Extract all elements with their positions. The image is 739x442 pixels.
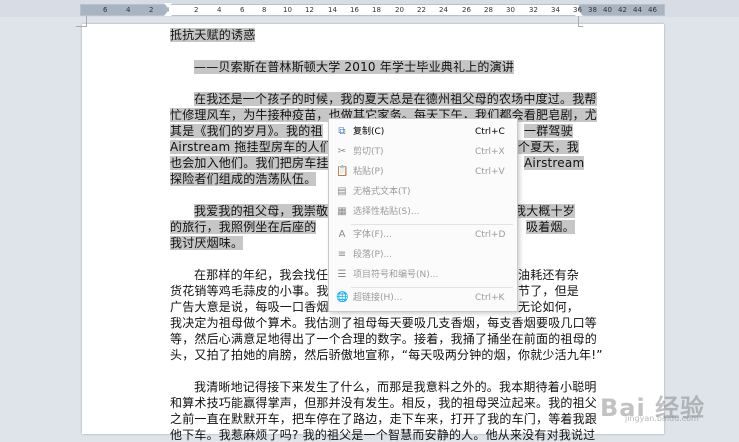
first-line-indent-marker[interactable] [164,3,172,8]
ruler-number: 12 [305,6,314,14]
text-line-tail[interactable]: 个夏天，我 [518,140,580,154]
text-line[interactable]: 其是《我们的岁月》。我的祖 [170,124,323,138]
bullets-numbering-icon: ☰ [337,269,347,280]
ruler-number: 44 [633,6,642,14]
watermark-url: jingyan.baidu.com [625,414,699,423]
text-line[interactable]: 广告大意是说，每吸一口香烟会 [170,300,341,314]
menu-item-paste[interactable]: 📋 粘贴(P) Ctrl+V [329,162,517,182]
text-line[interactable]: 我清晰地记得接下来发生了什么，而那是我意料之外的。我本期待着小聪明 [194,380,597,394]
text-line[interactable]: 他下车。我惹麻烦了吗? 我的祖父是一个智慧而安静的人。他从来没有对我说过 [170,428,595,442]
menu-item-label: 项目符号和编号(N)... [353,270,439,280]
text-line[interactable]: 我爱我的祖父母，我崇敬他 [194,204,341,218]
menu-item-label: 剪切(T) [353,147,384,157]
text-line[interactable]: 之前一直在默默开车，把车停在了路边，走下车来，打开了我的车门，等着我跟 [170,412,597,426]
text-line[interactable]: Airstream 拖挂型房车的人们, [170,140,336,154]
menu-item-shortcut: Ctrl+K [475,293,505,303]
text-line[interactable]: 我讨厌烟味。 [170,236,244,250]
doc-subtitle[interactable]: ——贝索斯在普林斯顿大学 2010 年学士毕业典礼上的演讲 [194,60,514,74]
menu-item-cut[interactable]: ✂ 剪切(T) Ctrl+X [329,142,517,162]
ruler-number: 40 [603,6,612,14]
ruler-number: 28 [484,6,493,14]
ruler-number: 24 [439,6,448,14]
ruler-number: 2 [194,6,199,14]
menu-item-font[interactable]: A 字体(F)... Ctrl+D [329,225,517,245]
crop-mark-top-left [76,16,87,27]
text-line[interactable]: 探险者们组成的浩荡队伍。 [170,172,317,186]
hyperlink-icon: 🌐 [336,292,349,303]
paragraph-icon: ≡ [337,249,347,260]
text-line-tail[interactable]: 无论如何， [518,300,579,314]
text-line[interactable]: 货花销等鸡毛蒜皮的小事。我听 [170,284,341,298]
crop-mark-top-right [578,16,583,27]
text-line-tail[interactable]: 节了，但是 [518,284,579,298]
ruler-number: 46 [648,6,657,14]
menu-item-shortcut: Ctrl+X [475,147,505,157]
ruler-number: 22 [417,6,426,14]
ruler-number: 34 [551,6,560,14]
ruler-number: 30 [506,6,515,14]
text-line-tail[interactable]: 油耗还有杂 [518,268,579,282]
menu-item-label: 字体(F)... [353,230,392,240]
ruler-number: 14 [328,6,337,14]
text-line[interactable]: 在我还是一个孩子的时候，我的夏天总是在德州祖父母的农场中度过。我帮 [194,92,597,106]
font-icon: A [338,229,346,240]
text-line[interactable]: 在那样的年纪，我会找任何 [194,268,340,282]
text-line-tail[interactable]: Airstream [524,156,585,170]
text-line[interactable]: 和算术技巧能赢得掌声，但那并没有发生。相反，我的祖母哭泣起来。我的祖父 [170,396,597,410]
ruler-number: 8 [262,6,267,14]
menu-item-paste-plain-text[interactable]: ▤ 无格式文本(T) [329,182,517,202]
doc-title[interactable]: 抵抗天赋的诱惑 [170,28,256,42]
menu-item-paragraph[interactable]: ≡ 段落(P)... [329,245,517,265]
ruler-number: 18 [372,6,381,14]
cut-icon: ✂ [337,146,347,157]
menu-item-label: 选择性粘贴(S)... [353,207,420,217]
menu-item-label: 段落(P)... [353,250,393,260]
text-line[interactable]: 的旅行，我照例坐在后座的 [170,220,317,234]
text-line-tail[interactable]: 一群驾驶 [524,124,573,138]
menu-item-shortcut: Ctrl+C [475,127,505,137]
ruler-number: 38 [588,6,597,14]
text-line-tail[interactable]: 吸着烟。 [526,220,575,234]
ruler-number: 10 [283,6,292,14]
ruler-number: 6 [103,6,108,14]
copy-icon: ⧉ [338,126,346,137]
text-line[interactable]: 等，然后心满意足地得出了一个合理的数字。接着，我捅了捅坐在前面的祖母的 [170,332,597,346]
text-line[interactable]: 我决定为祖母做个算术。我估测了祖母每天要吸几支香烟，每支香烟要吸几口等 [170,316,597,330]
paste-icon: 📋 [336,166,349,177]
text-line[interactable]: 也会加入他们。我们把房车挂在 [170,156,341,170]
horizontal-ruler[interactable]: 6 4 2 2 4 6 8 10 12 14 16 18 20 22 24 26… [0,0,739,17]
ruler-number: 4 [217,6,222,14]
menu-item-label: 复制(C) [353,127,385,137]
ruler-number: 6 [240,6,245,14]
hanging-indent-marker[interactable] [164,11,172,16]
paste-special-icon: ▦ [337,206,347,217]
menu-item-paste-special[interactable]: ▦ 选择性粘贴(S)... [329,202,517,222]
menu-item-label: 超链接(H)... [353,293,403,303]
ruler-number: 32 [529,6,538,14]
menu-item-label: 粘贴(P) [353,167,384,177]
menu-item-bullets-numbering[interactable]: ☰ 项目符号和编号(N)... [329,265,517,285]
menu-item-shortcut: Ctrl+D [475,230,506,240]
ruler-number: 20 [395,6,404,14]
ruler-number: 2 [149,6,154,14]
menu-item-hyperlink[interactable]: 🌐 超链接(H)... Ctrl+K [329,288,517,308]
ruler-number: 4 [126,6,131,14]
menu-item-label: 无格式文本(T) [353,187,411,197]
context-menu: ⧉ 复制(C) Ctrl+C ✂ 剪切(T) Ctrl+X 📋 粘贴(P) Ct… [328,118,518,312]
menu-item-copy[interactable]: ⧉ 复制(C) Ctrl+C [329,122,517,142]
text-line[interactable]: 头，又拍了拍她的肩膀，然后骄傲地宣称，“每天吸两分钟的烟，你就少活九年!” [170,348,603,362]
text-line-tail[interactable]: 我大概十岁 [514,204,576,218]
menu-item-shortcut: Ctrl+V [475,167,505,177]
ruler-number: 26 [462,6,471,14]
ruler-number: 42 [618,6,627,14]
ruler-number: 16 [350,6,359,14]
paste-plain-text-icon: ▤ [337,186,347,197]
